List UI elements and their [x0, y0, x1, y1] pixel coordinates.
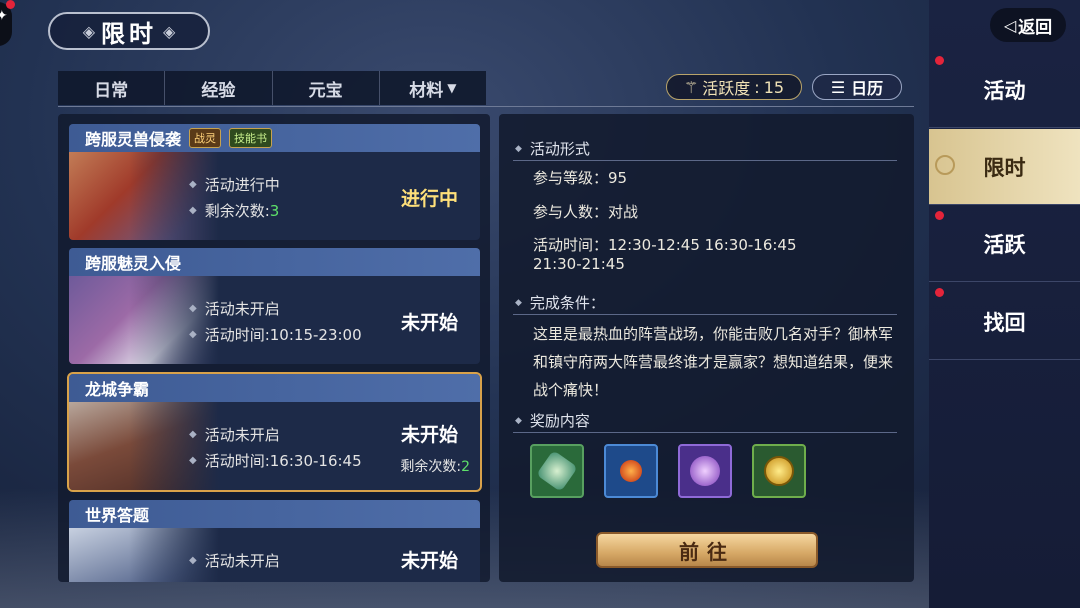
purple-pouch-icon: [690, 456, 720, 486]
diamond-icon: ◆: [189, 179, 197, 190]
event-tag: 技能书: [229, 128, 273, 148]
divider: [58, 106, 914, 107]
diamond-icon: ◆: [515, 415, 522, 426]
list-icon: ☰: [830, 77, 846, 97]
knot-ornament-icon: [935, 155, 955, 175]
player-count: 参与人数：对战: [533, 203, 639, 221]
diamond-icon: ◆: [189, 555, 197, 566]
event-header: 跨服魅灵入侵: [69, 248, 480, 276]
event-tag: 战灵: [189, 128, 222, 148]
tab-materials[interactable]: 材料 ▼: [380, 71, 486, 105]
ornament-left-icon: ◈: [82, 21, 95, 41]
sidebar-item-retrieve[interactable]: 找回: [929, 284, 1080, 360]
status-badge: 未开始: [400, 550, 458, 572]
notification-dot: [935, 288, 944, 297]
event-card-selected[interactable]: 龙城争霸 ◆ 活动未开启 ◆ 活动时间:16:30-16:45 未开始 剩余次数:2: [67, 372, 482, 492]
event-description: 这里是最热血的阵营战场，你能击败几名对手？御林军和镇守府两大阵营最终谁才是赢家？…: [533, 325, 894, 399]
reward-item[interactable]: [530, 444, 584, 498]
sparkle-icon: ✦: [0, 8, 8, 24]
diamond-icon: ◆: [515, 297, 522, 308]
calendar-label: 日历: [851, 79, 884, 98]
go-button[interactable]: 前往: [596, 532, 818, 568]
event-time-1: 活动时间：12:30-12:45 16:30-16:45: [533, 236, 797, 254]
fire-orb-icon: [620, 460, 642, 482]
divider: [513, 432, 897, 433]
event-name: 跨服灵兽侵袭: [85, 130, 182, 149]
dropdown-arrow-icon: ▼: [447, 81, 457, 95]
event-name: 龙城争霸: [85, 380, 150, 399]
diamond-icon: ◆: [189, 455, 197, 466]
event-artwork: [69, 402, 219, 490]
divider: [513, 160, 897, 161]
sidebar-item-active[interactable]: 活跃: [929, 206, 1080, 282]
event-card[interactable]: 跨服灵兽侵袭 战灵 技能书 ◆ 活动进行中 ◆ 剩余次数: 3 进行中: [69, 124, 480, 240]
back-button[interactable]: ◁ 返回: [990, 8, 1066, 42]
event-time: 活动时间:16:30-16:45: [204, 452, 362, 470]
event-artwork: [69, 152, 219, 240]
event-state: 活动未开启: [204, 300, 280, 318]
page-title: 限时: [101, 19, 157, 48]
sidebar-item-activity[interactable]: 活动: [929, 52, 1080, 128]
event-header: 跨服灵兽侵袭 战灵 技能书: [69, 124, 480, 152]
calendar-button[interactable]: ☰ 日历: [812, 74, 902, 100]
diamond-icon: ◆: [189, 329, 197, 340]
activity-level[interactable]: ⚚ 活跃度 : 15: [666, 74, 802, 100]
notification-dot: [935, 56, 944, 65]
notification-dot: [935, 211, 944, 220]
page-title-plaque: ◈ 限时 ◈: [48, 12, 210, 50]
diamond-icon: ◆: [515, 143, 522, 154]
diamond-icon: ◆: [189, 429, 197, 440]
event-list[interactable]: 跨服灵兽侵袭 战灵 技能书 ◆ 活动进行中 ◆ 剩余次数: 3 进行中 跨服魅灵入侵 …: [58, 114, 490, 582]
remaining-count: 3: [269, 201, 280, 220]
jade-fan-icon: [536, 450, 578, 492]
category-tabs: 日常 经验 元宝 材料 ▼: [58, 71, 486, 105]
section-title: ◆ 奖励内容: [515, 412, 590, 430]
section-title: ◆ 完成条件：: [515, 294, 605, 312]
status-badge: 未开始: [400, 424, 458, 446]
ornament-right-icon: ◈: [163, 21, 176, 41]
tab-daily[interactable]: 日常: [58, 71, 166, 105]
sidebar-item-limited[interactable]: 限时: [929, 129, 1080, 205]
event-name: 跨服魅灵入侵: [85, 254, 182, 273]
remaining-count: 2: [461, 459, 470, 475]
event-name: 世界答题: [85, 506, 150, 525]
gold-coin-icon: [764, 456, 794, 486]
level-requirement: 参与等级：95: [533, 169, 628, 187]
status-badge: 进行中: [400, 188, 458, 210]
event-time-2: 21:30-21:45: [533, 255, 625, 273]
activity-value: 15: [763, 77, 785, 97]
event-header: 世界答题: [69, 500, 480, 528]
back-arrow-icon: ◁: [1003, 15, 1017, 35]
diamond-icon: ◆: [189, 303, 197, 314]
tassel-icon: ⚚: [683, 77, 699, 97]
event-time: 活动时间:10:15-23:00: [204, 326, 362, 344]
event-card[interactable]: 跨服魅灵入侵 ◆ 活动未开启 ◆ 活动时间:10:15-23:00 未开始: [69, 248, 480, 364]
activity-label: 活跃度: [702, 79, 751, 98]
event-state: 活动未开启: [204, 552, 280, 570]
notification-dot: [6, 0, 15, 9]
diamond-icon: ◆: [189, 205, 197, 216]
event-detail-panel: ◆ 活动形式 参与等级：95 参与人数：对战 活动时间：12:30-12:45 1…: [499, 114, 914, 582]
event-card[interactable]: 世界答题 ◆ 活动未开启 未开始: [69, 500, 480, 582]
event-header: 龙城争霸: [69, 374, 480, 402]
divider: [513, 314, 897, 315]
status-badge: 未开始: [400, 312, 458, 334]
section-title: ◆ 活动形式: [515, 140, 590, 158]
event-info: 剩余次数:: [204, 202, 270, 220]
event-state: 活动未开启: [204, 426, 280, 444]
reward-item[interactable]: [678, 444, 732, 498]
event-state: 活动进行中: [204, 176, 280, 194]
reward-item[interactable]: [604, 444, 658, 498]
remaining-info: 剩余次数:2: [400, 459, 470, 475]
event-artwork: [69, 276, 219, 364]
tab-gold[interactable]: 元宝: [273, 71, 380, 105]
tab-exp[interactable]: 经验: [165, 71, 273, 105]
reward-item[interactable]: [752, 444, 806, 498]
